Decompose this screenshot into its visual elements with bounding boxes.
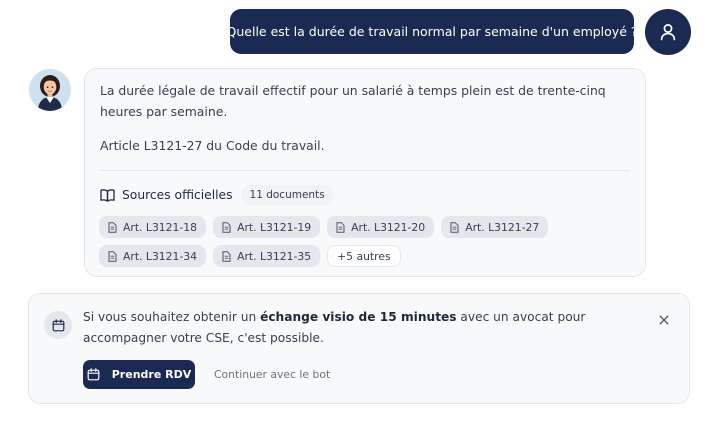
user-message-bubble: Quelle est la durée de travail normal pa…: [227, 9, 638, 54]
assistant-avatar: [29, 69, 71, 111]
document-icon: [450, 221, 459, 233]
source-chip[interactable]: Art. L3121-34: [99, 245, 207, 267]
source-chip[interactable]: Art. L3121-27: [441, 216, 549, 238]
close-icon: [659, 315, 669, 325]
user-icon: [660, 24, 676, 41]
user-avatar: [645, 9, 691, 55]
document-icon: [222, 250, 231, 262]
source-chip[interactable]: Art. L3121-18: [99, 216, 207, 238]
source-chip-label: Art. L3121-35: [237, 249, 312, 263]
assistant-answer-card: La durée légale de travail effectif pour…: [84, 68, 646, 277]
source-chip[interactable]: Art. L3121-35: [213, 245, 321, 267]
source-chip[interactable]: Art. L3121-20: [327, 216, 435, 238]
calendar-icon: [87, 368, 100, 381]
more-sources-button[interactable]: +5 autres: [327, 245, 401, 267]
document-icon: [108, 221, 117, 233]
sources-title: Sources officielles: [122, 188, 233, 202]
lawyer-visio-offer-card: Si vous souhaitez obtenir un échange vis…: [28, 293, 690, 404]
chat-page: Quelle est la durée de travail normal pa…: [0, 0, 719, 430]
divider: [100, 170, 630, 171]
document-icon: [336, 221, 345, 233]
source-chip-label: Art. L3121-27: [465, 220, 540, 234]
offer-text: Si vous souhaitez obtenir un échange vis…: [83, 307, 643, 349]
source-chip-label: Art. L3121-18: [123, 220, 198, 234]
document-icon: [108, 250, 117, 262]
book-appointment-label: Prendre RDV: [111, 368, 192, 381]
sources-header: Sources officielles 11 documents: [100, 185, 334, 205]
offer-text-before: Si vous souhaitez obtenir un: [83, 310, 261, 324]
offer-text-highlight: échange visio de 15 minutes: [260, 310, 457, 324]
continue-with-bot-link[interactable]: Continuer avec le bot: [214, 360, 330, 389]
source-chip-label: Art. L3121-20: [351, 220, 426, 234]
close-button[interactable]: [656, 312, 672, 328]
book-icon: [100, 189, 115, 202]
calendar-icon: [52, 318, 64, 331]
answer-reference: Article L3121-27 du Code du travail.: [100, 138, 325, 153]
source-chips: Art. L3121-18 Art. L3121-19 Art. L3121-2…: [99, 216, 634, 267]
document-icon: [222, 221, 231, 233]
user-message-text: Quelle est la durée de travail normal pa…: [226, 24, 638, 39]
source-chip[interactable]: Art. L3121-19: [213, 216, 321, 238]
source-chip-label: Art. L3121-34: [123, 249, 198, 263]
sources-count-badge: 11 documents: [240, 185, 334, 205]
book-appointment-button[interactable]: Prendre RDV: [83, 360, 195, 389]
calendar-icon-badge: [44, 311, 72, 339]
answer-text: La durée légale de travail effectif pour…: [100, 83, 606, 119]
source-chip-label: Art. L3121-19: [237, 220, 312, 234]
